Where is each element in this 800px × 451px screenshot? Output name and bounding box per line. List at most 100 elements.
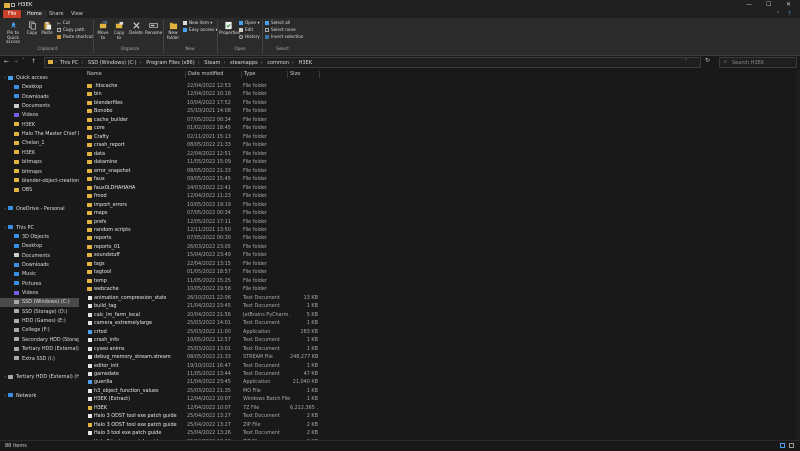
- pin-to-quick-access-button[interactable]: Pin to Quick access: [2, 21, 24, 45]
- close-button[interactable]: ✕: [786, 1, 791, 8]
- easy-access-button[interactable]: Easy access ▾: [183, 27, 218, 32]
- file-row[interactable]: webcache10/05/2022 19:58File folder: [83, 285, 413, 294]
- delete-button[interactable]: Delete: [129, 21, 143, 36]
- file-row[interactable]: calc_lm_farm_local20/04/2022 21:56JetBra…: [83, 311, 413, 320]
- paste-button[interactable]: Paste: [40, 21, 54, 36]
- nav-item[interactable]: SSD (Storage) (D:): [0, 308, 79, 317]
- file-row[interactable]: reports07/05/2022 00:30File folder: [83, 234, 413, 243]
- nav-item[interactable]: Secondary HDD (Storage) (: [0, 336, 79, 345]
- file-row[interactable]: tagtool01/05/2022 18:57File folder: [83, 268, 413, 277]
- column-divider[interactable]: [287, 71, 288, 78]
- copy-button[interactable]: Copy: [25, 21, 39, 36]
- nav-item[interactable]: ›This PC: [0, 224, 79, 233]
- expand-chevron-icon[interactable]: ›: [4, 75, 6, 81]
- maximize-button[interactable]: ☐: [766, 1, 771, 8]
- chevron-up-icon[interactable]: ⌃: [776, 11, 780, 17]
- file-row[interactable]: Halo 3 ODST tool exe patch guide25/04/20…: [83, 412, 413, 421]
- file-row[interactable]: temp11/05/2022 15:25File folder: [83, 277, 413, 286]
- file-row[interactable]: reports_0126/03/2022 23:05File folder: [83, 243, 413, 252]
- nav-item[interactable]: blender-object-creation-ren: [0, 177, 79, 186]
- tab-share[interactable]: Share: [44, 10, 68, 18]
- nav-item[interactable]: SSD (Windows) (C:): [0, 298, 79, 307]
- copy-path-button[interactable]: Copy path: [57, 27, 84, 32]
- nav-item[interactable]: ›Network: [0, 392, 79, 401]
- nav-item[interactable]: Documents✦: [0, 102, 79, 111]
- nav-item[interactable]: OBS: [0, 186, 79, 195]
- file-row[interactable]: crash_report08/05/2022 21:33File folder: [83, 141, 413, 150]
- minimize-button[interactable]: —: [746, 1, 752, 8]
- file-row[interactable]: import_errors10/05/2022 19:19File folder: [83, 201, 413, 210]
- nav-item[interactable]: Pictures: [0, 280, 79, 289]
- file-row[interactable]: cache_builder07/05/2022 00:34File folder: [83, 116, 413, 125]
- properties-button[interactable]: Properties: [219, 21, 237, 36]
- nav-item[interactable]: Desktop: [0, 242, 79, 251]
- file-row[interactable]: error_snapshot08/05/2022 21:33File folde…: [83, 167, 413, 176]
- column-header-size[interactable]: Size: [290, 70, 300, 79]
- address-bar[interactable]: › This PC› SSD (Windows) (C:)› Program F…: [44, 57, 701, 68]
- column-divider[interactable]: [185, 71, 186, 78]
- nav-item[interactable]: H3EK✦: [0, 121, 79, 130]
- crumb-this-pc[interactable]: This PC: [60, 60, 78, 66]
- file-row[interactable]: H3EK (Extract)12/04/2022 10:07Windows Ba…: [83, 395, 413, 404]
- file-row[interactable]: Crafty02/11/2021 15:13File folder: [83, 133, 413, 142]
- file-row[interactable]: crash_info10/05/2022 12:57Text Document1…: [83, 336, 413, 345]
- help-icon[interactable]: ?: [788, 11, 791, 17]
- nav-item[interactable]: Desktop✦: [0, 83, 79, 92]
- new-item-button[interactable]: New item ▾: [183, 20, 212, 25]
- file-row[interactable]: build_tag21/04/2022 23:45Text Document1 …: [83, 302, 413, 311]
- nav-item[interactable]: Halo The Master Chief Cc✦: [0, 130, 79, 139]
- file-row[interactable]: tags22/04/2022 13:15File folder: [83, 260, 413, 269]
- column-divider[interactable]: [319, 71, 320, 78]
- file-row[interactable]: Bonobo25/10/2021 14:08File folder: [83, 107, 413, 116]
- file-row[interactable]: guerilla21/04/2022 23:45Application21,04…: [83, 378, 413, 387]
- vertical-scrollbar[interactable]: [796, 70, 800, 440]
- nav-item[interactable]: H3EK✦: [0, 149, 79, 158]
- nav-item[interactable]: bitmaps: [0, 158, 79, 167]
- file-row[interactable]: blenderfiles10/04/2022 17:52File folder: [83, 99, 413, 108]
- file-row[interactable]: maps07/05/2022 00:34File folder: [83, 209, 413, 218]
- nav-item[interactable]: ›Tertiary HDD (External) (H:): [0, 373, 79, 382]
- nav-item[interactable]: HDD (Games) (E:): [0, 317, 79, 326]
- address-dropdown-icon[interactable]: ˅: [685, 59, 688, 65]
- large-icons-view-icon[interactable]: [789, 443, 794, 448]
- file-row[interactable]: Halo 3 ODST tool exe patch guide25/04/20…: [83, 421, 413, 430]
- file-row[interactable]: data22/04/2022 12:51File folder: [83, 150, 413, 159]
- file-row[interactable]: cyseo anims25/03/2022 13:01Text Document…: [83, 345, 413, 354]
- file-row[interactable]: random scripts12/11/2021 13:50File folde…: [83, 226, 413, 235]
- crumb-common[interactable]: common: [267, 60, 289, 66]
- crumb-steamapps[interactable]: steamapps: [230, 60, 258, 66]
- expand-chevron-icon[interactable]: ›: [4, 393, 6, 399]
- file-row[interactable]: datamine11/05/2022 15:09File folder: [83, 158, 413, 167]
- paste-shortcut-button[interactable]: Paste shortcut: [57, 34, 93, 39]
- file-row[interactable]: camera_extremelylarge25/03/2022 14:01Tex…: [83, 319, 413, 328]
- file-row[interactable]: debug_memory_stream.stream08/05/2022 21:…: [83, 353, 413, 362]
- nav-item[interactable]: Chelan_1✦: [0, 139, 79, 148]
- column-divider[interactable]: [241, 71, 242, 78]
- nav-item[interactable]: Videos: [0, 289, 79, 298]
- nav-item[interactable]: Documents: [0, 252, 79, 261]
- file-row[interactable]: faux09/05/2022 15:45File folder: [83, 175, 413, 184]
- crumb-h3ek[interactable]: H3EK: [299, 60, 312, 66]
- nav-item[interactable]: ›Quick access: [0, 74, 79, 83]
- crumb-drive[interactable]: SSD (Windows) (C:): [88, 60, 137, 66]
- column-header-type[interactable]: Type: [244, 70, 255, 79]
- file-row[interactable]: h3_object_function_values25/03/2022 21:3…: [83, 387, 413, 396]
- move-to-button[interactable]: Move to: [96, 21, 110, 40]
- select-all-button[interactable]: Select all: [265, 20, 290, 25]
- quick-access-toolbar-icon[interactable]: [11, 3, 15, 7]
- nav-item[interactable]: Extra SSD (I:): [0, 355, 79, 364]
- up-icon[interactable]: ↑: [31, 58, 36, 65]
- nav-item[interactable]: ›OneDrive - Personal: [0, 205, 79, 214]
- edit-button[interactable]: Edit: [239, 27, 253, 32]
- file-row[interactable]: soundstuff15/04/2022 23:49File folder: [83, 251, 413, 260]
- expand-chevron-icon[interactable]: ›: [4, 225, 6, 231]
- file-row[interactable]: fmod12/04/2022 11:23File folder: [83, 192, 413, 201]
- rename-button[interactable]: Rename: [145, 21, 161, 36]
- file-row[interactable]: core01/02/2022 18:45File folder: [83, 124, 413, 133]
- forward-icon[interactable]: →: [13, 58, 18, 65]
- invert-selection-button[interactable]: Invert selection: [265, 34, 303, 39]
- recent-locations-icon[interactable]: ˅: [22, 58, 25, 64]
- nav-item[interactable]: 3D Objects: [0, 233, 79, 242]
- column-header-date[interactable]: Date modified: [188, 70, 223, 79]
- search-input[interactable]: Search H3EK: [732, 60, 764, 66]
